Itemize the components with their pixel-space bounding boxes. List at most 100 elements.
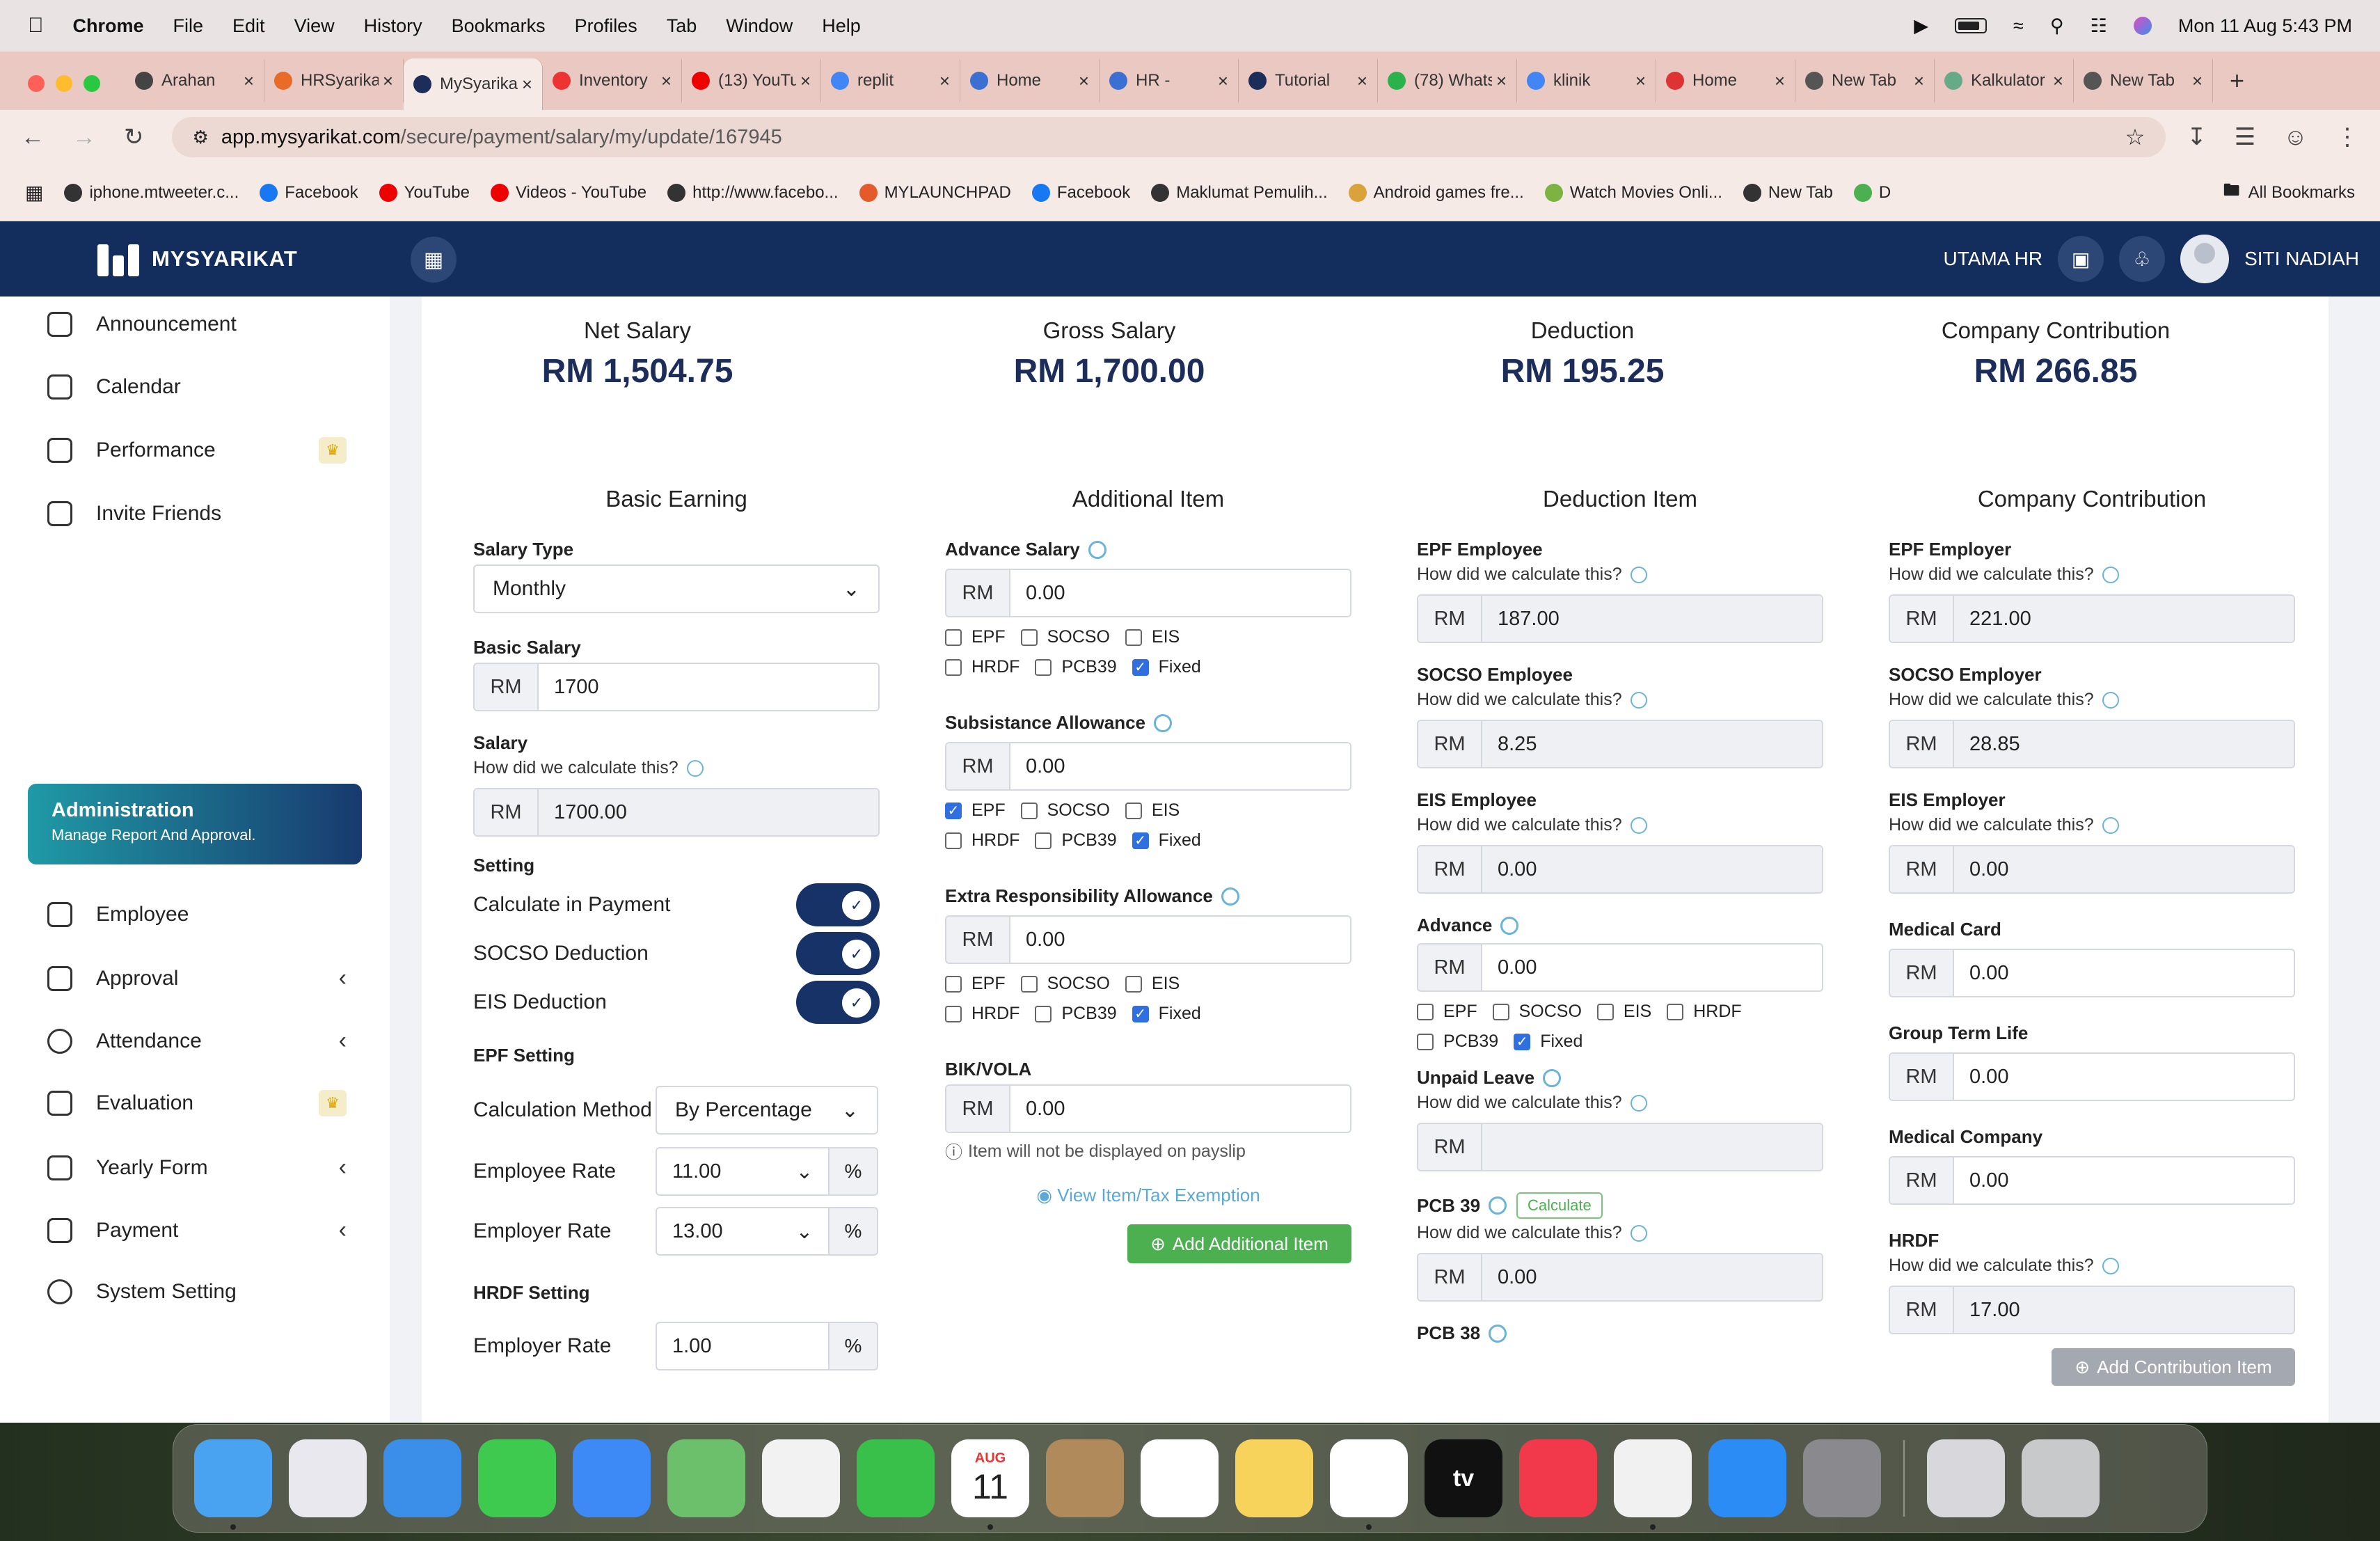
dock-facetime-icon[interactable]	[857, 1439, 935, 1517]
menu-file[interactable]: File	[173, 15, 204, 37]
dock-appstore-icon[interactable]	[1708, 1439, 1786, 1517]
notification-button[interactable]: ♧	[2119, 236, 2166, 282]
bookmark-item[interactable]: Watch Movies Onli...	[1544, 183, 1722, 203]
checkbox-epf[interactable]: EPF	[1417, 1002, 1477, 1022]
sidebar-item-employee[interactable]: Employee	[47, 902, 347, 927]
checkbox-socso[interactable]: SOCSO	[1020, 974, 1110, 994]
dock-contacts-icon[interactable]	[1046, 1439, 1124, 1517]
forward-arrow-icon[interactable]: →	[72, 124, 96, 151]
checkbox-pcb39[interactable]: PCB39	[1417, 1032, 1498, 1052]
browser-tab[interactable]: Tutorial ×	[1239, 59, 1378, 102]
apple-icon[interactable]: 	[28, 14, 44, 38]
menu-bookmarks[interactable]: Bookmarks	[452, 15, 546, 37]
site-info-icon[interactable]: ⚙	[193, 127, 209, 148]
chrome-menu-icon[interactable]: ⋮	[2335, 123, 2359, 151]
browser-tab[interactable]: MySyarikat ×	[404, 58, 543, 110]
bookmark-item[interactable]: MYLAUNCHPAD	[859, 183, 1011, 203]
dock-reminders-icon[interactable]	[1141, 1439, 1219, 1517]
sidebar-item-approval[interactable]: Approval ‹	[47, 965, 347, 992]
how-calculated-link[interactable]: How did we calculate this?	[1889, 564, 2295, 585]
menu-view[interactable]: View	[294, 15, 335, 37]
gear-icon[interactable]	[1489, 1196, 1507, 1215]
dock-iphone-mirroring-icon[interactable]	[1927, 1439, 2005, 1517]
basic-salary-input[interactable]: RM 1700	[473, 663, 880, 711]
company-switch-button[interactable]: ▣	[2058, 236, 2104, 282]
dock-mail-icon[interactable]	[573, 1439, 651, 1517]
reload-icon[interactable]: ↻	[124, 123, 144, 151]
menu-datetime[interactable]: Mon 11 Aug 5:43 PM	[2178, 15, 2352, 37]
checkbox-eis[interactable]: EIS	[1125, 800, 1180, 821]
gear-icon[interactable]	[1500, 916, 1519, 935]
medical-company-input[interactable]: RM 0.00	[1889, 1156, 2295, 1205]
checkbox-socso[interactable]: SOCSO	[1020, 627, 1110, 647]
how-calculated-link[interactable]: How did we calculate this?	[1417, 1093, 1823, 1113]
bookmark-item[interactable]: New Tab	[1743, 183, 1833, 203]
bookmark-star-icon[interactable]: ☆	[2125, 124, 2145, 150]
close-tab-icon[interactable]: ×	[1775, 70, 1785, 92]
bookmark-item[interactable]: Videos - YouTube	[490, 183, 646, 203]
bookmark-item[interactable]: Android games fre...	[1348, 183, 1524, 203]
checkbox-epf[interactable]: EPF	[945, 627, 1006, 647]
add-contribution-item-button[interactable]: ⊕ Add Contribution Item	[2052, 1348, 2295, 1386]
dock-freeform-icon[interactable]	[1330, 1439, 1408, 1530]
close-tab-icon[interactable]: ×	[661, 70, 672, 92]
how-calculated-link[interactable]: How did we calculate this?	[1417, 690, 1823, 710]
browser-tab[interactable]: (78) WhatsApp×	[1378, 59, 1517, 102]
checkbox-epf[interactable]: ✓ EPF	[945, 800, 1006, 821]
sidebar-item-evaluation[interactable]: Evaluation ♛	[47, 1090, 347, 1116]
dock-chrome-icon[interactable]	[1614, 1439, 1692, 1530]
bookmark-item[interactable]: Maklumat Pemulih...	[1151, 183, 1328, 203]
gear-icon[interactable]	[1154, 713, 1173, 732]
browser-tab[interactable]: HRSyarikat ×	[264, 59, 404, 102]
dock-launchpad-icon[interactable]	[289, 1439, 367, 1517]
browser-tab[interactable]: Inventory ×	[543, 59, 682, 102]
how-calculated-link[interactable]: How did we calculate this?	[1417, 1223, 1823, 1243]
battery-icon[interactable]	[1955, 18, 1987, 33]
close-tab-icon[interactable]: ×	[1496, 70, 1507, 92]
additional-item-input[interactable]: RM 0.00	[945, 742, 1351, 791]
apps-grid-icon[interactable]: ▦	[25, 181, 43, 204]
close-tab-icon[interactable]: ×	[800, 70, 811, 92]
menu-help[interactable]: Help	[822, 15, 861, 37]
close-tab-icon[interactable]: ×	[1357, 70, 1367, 92]
administration-banner[interactable]: Administration Manage Report And Approva…	[28, 784, 362, 864]
bik-vola-input[interactable]: RM 0.00	[945, 1084, 1351, 1133]
bookmark-item[interactable]: Facebook	[1031, 183, 1130, 203]
search-icon[interactable]: ⚲	[2050, 15, 2064, 37]
user-avatar[interactable]	[2180, 235, 2230, 283]
browser-tab[interactable]: Home ×	[960, 59, 1100, 102]
calculate-button[interactable]: Calculate	[1516, 1192, 1603, 1219]
bookmark-item[interactable]: http://www.facebo...	[667, 183, 839, 203]
employee-rate-select[interactable]: 11.00 ⌄	[656, 1147, 830, 1196]
checkbox-epf[interactable]: EPF	[945, 974, 1006, 994]
all-bookmarks[interactable]: 🖿 All Bookmarks	[2223, 178, 2355, 207]
close-tab-icon[interactable]: ×	[383, 70, 393, 92]
medical-card-input[interactable]: RM 0.00	[1889, 949, 2295, 997]
sidebar-item-invite-friends[interactable]: Invite Friends	[47, 501, 347, 526]
checkbox-hrdf[interactable]: HRDF	[945, 830, 1020, 851]
siri-icon[interactable]	[2133, 17, 2152, 35]
menu-tab[interactable]: Tab	[667, 15, 697, 37]
gear-icon[interactable]	[1543, 1068, 1562, 1087]
url-field[interactable]: ⚙ app.mysyarikat.com/secure/payment/sala…	[171, 117, 2166, 157]
profile-avatar-icon[interactable]: ☺	[2283, 124, 2308, 151]
checkbox-socso[interactable]: SOCSO	[1492, 1002, 1582, 1022]
browser-tab[interactable]: Home ×	[1656, 59, 1795, 102]
socso-deduction-toggle[interactable]	[796, 932, 880, 975]
how-calculated-link[interactable]: How did we calculate this?	[473, 758, 880, 778]
brand-logo[interactable]: MYSYARIKAT	[97, 242, 298, 276]
dock-calendar-icon[interactable]: AUG 11	[951, 1439, 1029, 1530]
close-tab-icon[interactable]: ×	[1218, 70, 1228, 92]
dock-photos-icon[interactable]	[762, 1439, 840, 1517]
browser-tab[interactable]: Kalkulator ×	[1935, 59, 2074, 102]
close-tab-icon[interactable]: ×	[1635, 70, 1646, 92]
gear-icon[interactable]	[1489, 1324, 1507, 1343]
sidebar-item-payment[interactable]: Payment ‹	[47, 1217, 347, 1244]
salary-type-select[interactable]: Monthly ⌄	[473, 564, 880, 613]
checkbox-hrdf[interactable]: HRDF	[945, 1004, 1020, 1024]
checkbox-pcb39[interactable]: PCB39	[1035, 657, 1117, 677]
dock-safari-icon[interactable]	[383, 1439, 461, 1517]
bookmark-item[interactable]: D	[1853, 183, 1891, 203]
close-tab-icon[interactable]: ×	[939, 70, 950, 92]
company-name[interactable]: UTAMA HR	[1943, 248, 2042, 270]
